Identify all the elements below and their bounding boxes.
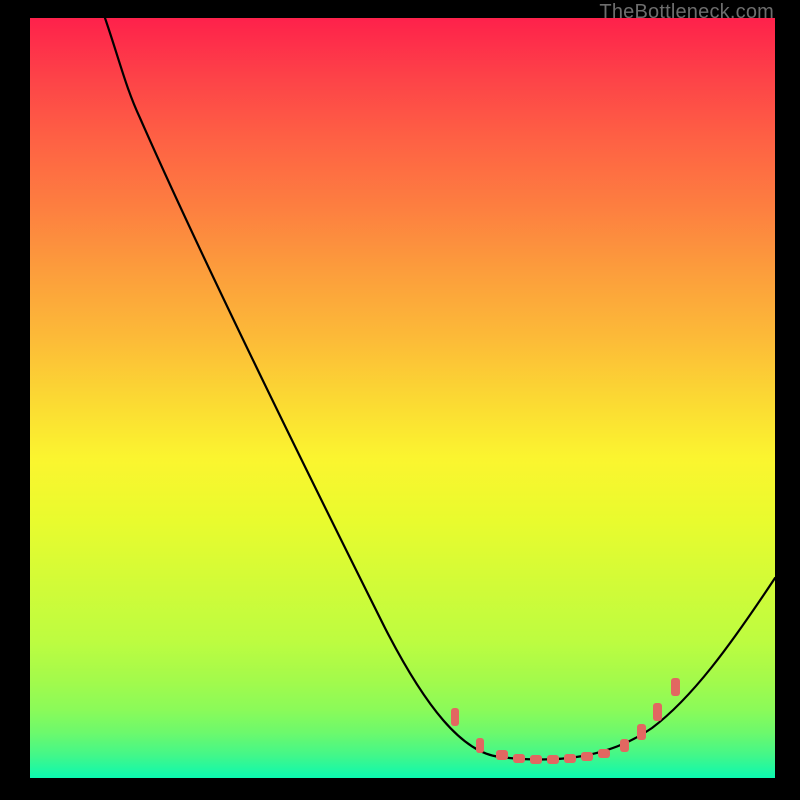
marker-dot bbox=[620, 739, 629, 752]
marker-dot bbox=[530, 755, 542, 764]
plot-area bbox=[30, 18, 775, 778]
marker-group bbox=[451, 678, 680, 764]
marker-dot bbox=[451, 708, 459, 726]
marker-dot bbox=[581, 752, 593, 761]
marker-dot bbox=[637, 724, 646, 740]
marker-dot bbox=[653, 703, 662, 721]
curve-svg bbox=[30, 18, 775, 778]
marker-dot bbox=[547, 755, 559, 764]
marker-dot bbox=[476, 738, 484, 753]
chart-frame: TheBottleneck.com bbox=[0, 0, 800, 800]
marker-dot bbox=[513, 754, 525, 763]
watermark-text: TheBottleneck.com bbox=[599, 1, 774, 24]
bottleneck-curve bbox=[105, 18, 775, 760]
marker-dot bbox=[496, 750, 508, 760]
marker-dot bbox=[598, 749, 610, 758]
marker-dot bbox=[564, 754, 576, 763]
marker-dot bbox=[671, 678, 680, 696]
